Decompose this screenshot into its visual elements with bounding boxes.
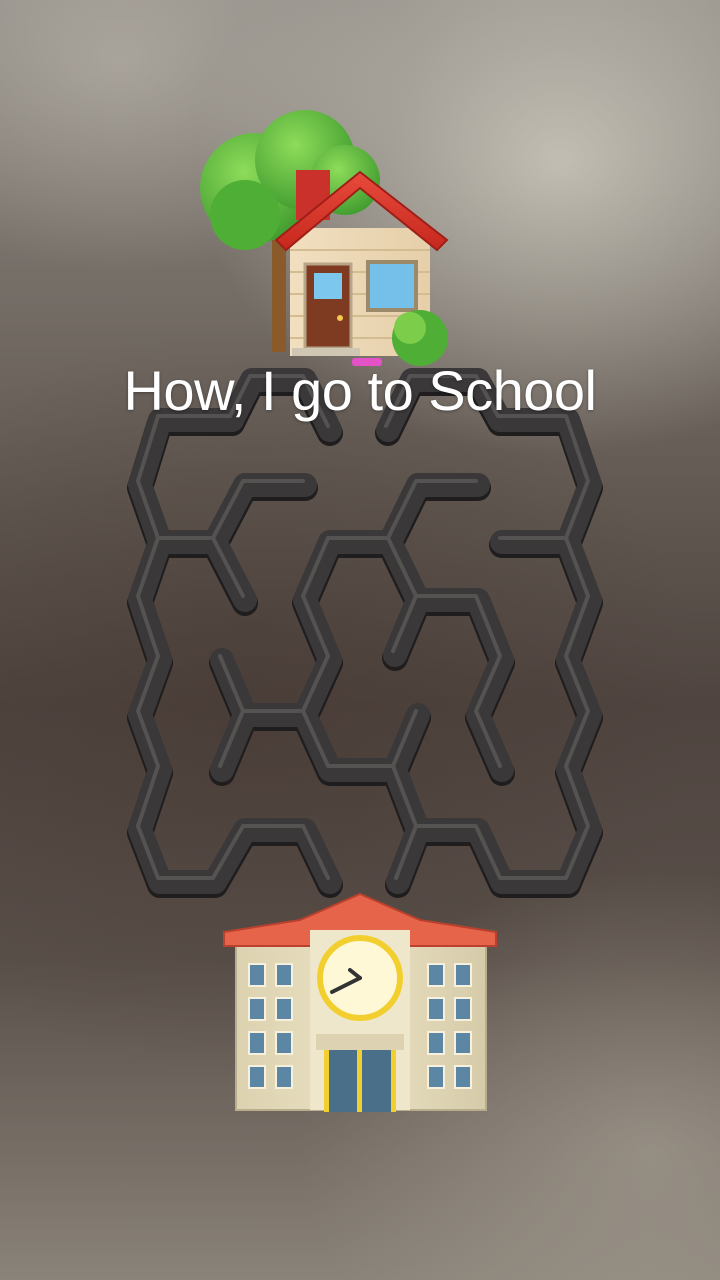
maze-wall	[128, 368, 602, 894]
maze-wall-shadow	[127, 370, 603, 898]
maze-wall-highlight	[136, 374, 590, 880]
game-scene	[127, 110, 603, 1112]
maze	[127, 368, 603, 898]
school-building-icon	[223, 892, 497, 1112]
house-with-tree-icon	[200, 110, 449, 366]
puzzle-title: How, I go to School	[123, 359, 597, 422]
